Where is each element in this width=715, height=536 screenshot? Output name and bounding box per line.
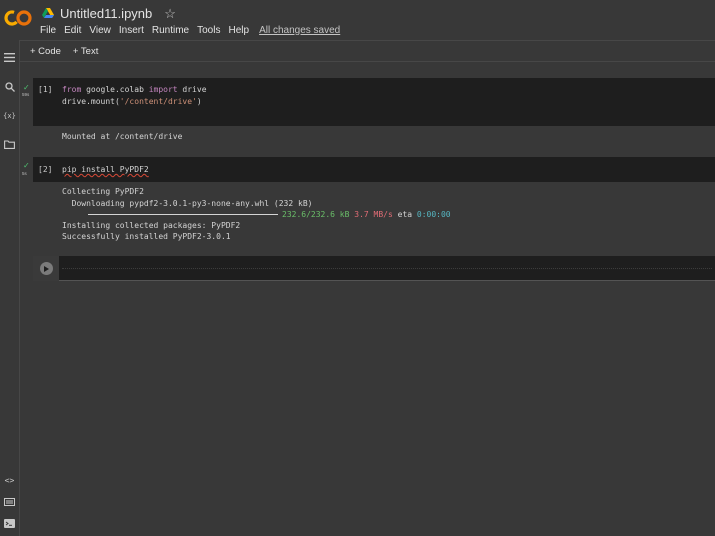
code-cell-2[interactable]: [2] pip install PyPDF2 xyxy=(33,157,715,182)
download-progress-bar xyxy=(88,214,278,215)
terminal-icon[interactable] xyxy=(3,519,16,531)
cell-2-output-collecting: Collecting PyPDF2 xyxy=(62,187,144,196)
cell-2-code-line-1[interactable]: pip install PyPDF2 xyxy=(62,165,149,174)
search-icon[interactable] xyxy=(3,82,16,94)
play-icon[interactable] xyxy=(39,262,53,275)
progress-speed: 3.7 MB/s xyxy=(354,210,393,219)
run-cell-button[interactable] xyxy=(33,256,59,281)
progress-eta-label: eta xyxy=(397,210,413,219)
variables-icon[interactable]: {x} xyxy=(3,110,16,122)
menu-edit[interactable]: Edit xyxy=(64,25,81,36)
code-cell-1[interactable]: [1] from google.colab import drive drive… xyxy=(33,78,715,126)
colab-logo[interactable] xyxy=(4,9,32,27)
progress-size: 232.6/232.6 kB xyxy=(282,210,350,219)
cell-2-exec-time: 5s xyxy=(22,171,27,176)
cell-1-code-line-1[interactable]: from google.colab import drive xyxy=(62,85,207,94)
menu-view[interactable]: View xyxy=(89,25,111,36)
title-row: Untitled11.ipynb ☆ xyxy=(42,4,176,22)
cell-1-success-icon: ✓ xyxy=(23,83,30,92)
cell-2-output-downloading: Downloading pypdf2-3.0.1-py3-none-any.wh… xyxy=(62,199,313,208)
notebook-toolbar: + Code + Text xyxy=(20,40,715,62)
save-status-link[interactable]: All changes saved xyxy=(259,25,340,36)
code-snippets-icon[interactable]: <> xyxy=(3,475,16,487)
empty-code-cell[interactable] xyxy=(33,256,715,281)
star-icon[interactable]: ☆ xyxy=(164,7,176,20)
menu-icon[interactable] xyxy=(3,53,16,65)
cell-1-exec-count: [1] xyxy=(38,85,53,94)
cell-1-output: Mounted at /content/drive xyxy=(62,132,183,141)
cell-2-exec-count: [2] xyxy=(38,165,53,174)
menu-tools[interactable]: Tools xyxy=(197,25,220,36)
menu-bar: File Edit View Insert Runtime Tools Help… xyxy=(40,22,340,38)
command-palette-icon[interactable] xyxy=(3,497,16,509)
add-text-button[interactable]: + Text xyxy=(73,46,98,57)
progress-eta: 0:00:00 xyxy=(416,210,451,219)
notebook-title[interactable]: Untitled11.ipynb xyxy=(60,6,152,21)
menu-file[interactable]: File xyxy=(40,25,56,36)
cell-2-output-success: Successfully installed PyPDF2-3.0.1 xyxy=(62,232,231,241)
menu-help[interactable]: Help xyxy=(228,25,249,36)
cell-2-output-installing: Installing collected packages: PyPDF2 xyxy=(62,221,241,230)
menu-insert[interactable]: Insert xyxy=(119,25,144,36)
cell-2-progress-stats: 232.6/232.6 kB 3.7 MB/s eta 0:00:00 xyxy=(282,210,451,219)
cell-1-code-line-2[interactable]: drive.mount('/content/drive') xyxy=(62,97,202,106)
folder-icon[interactable] xyxy=(3,140,16,152)
cell-1-exec-time: 59s xyxy=(22,92,30,97)
empty-cell-editor[interactable] xyxy=(62,268,712,269)
add-code-button[interactable]: + Code xyxy=(30,46,61,57)
cell-2-success-icon: ✓ xyxy=(23,161,30,170)
left-rail: {x} <> xyxy=(0,40,20,536)
app-header: Untitled11.ipynb ☆ File Edit View Insert… xyxy=(0,0,715,40)
menu-runtime[interactable]: Runtime xyxy=(152,25,189,36)
drive-icon[interactable] xyxy=(42,7,54,19)
